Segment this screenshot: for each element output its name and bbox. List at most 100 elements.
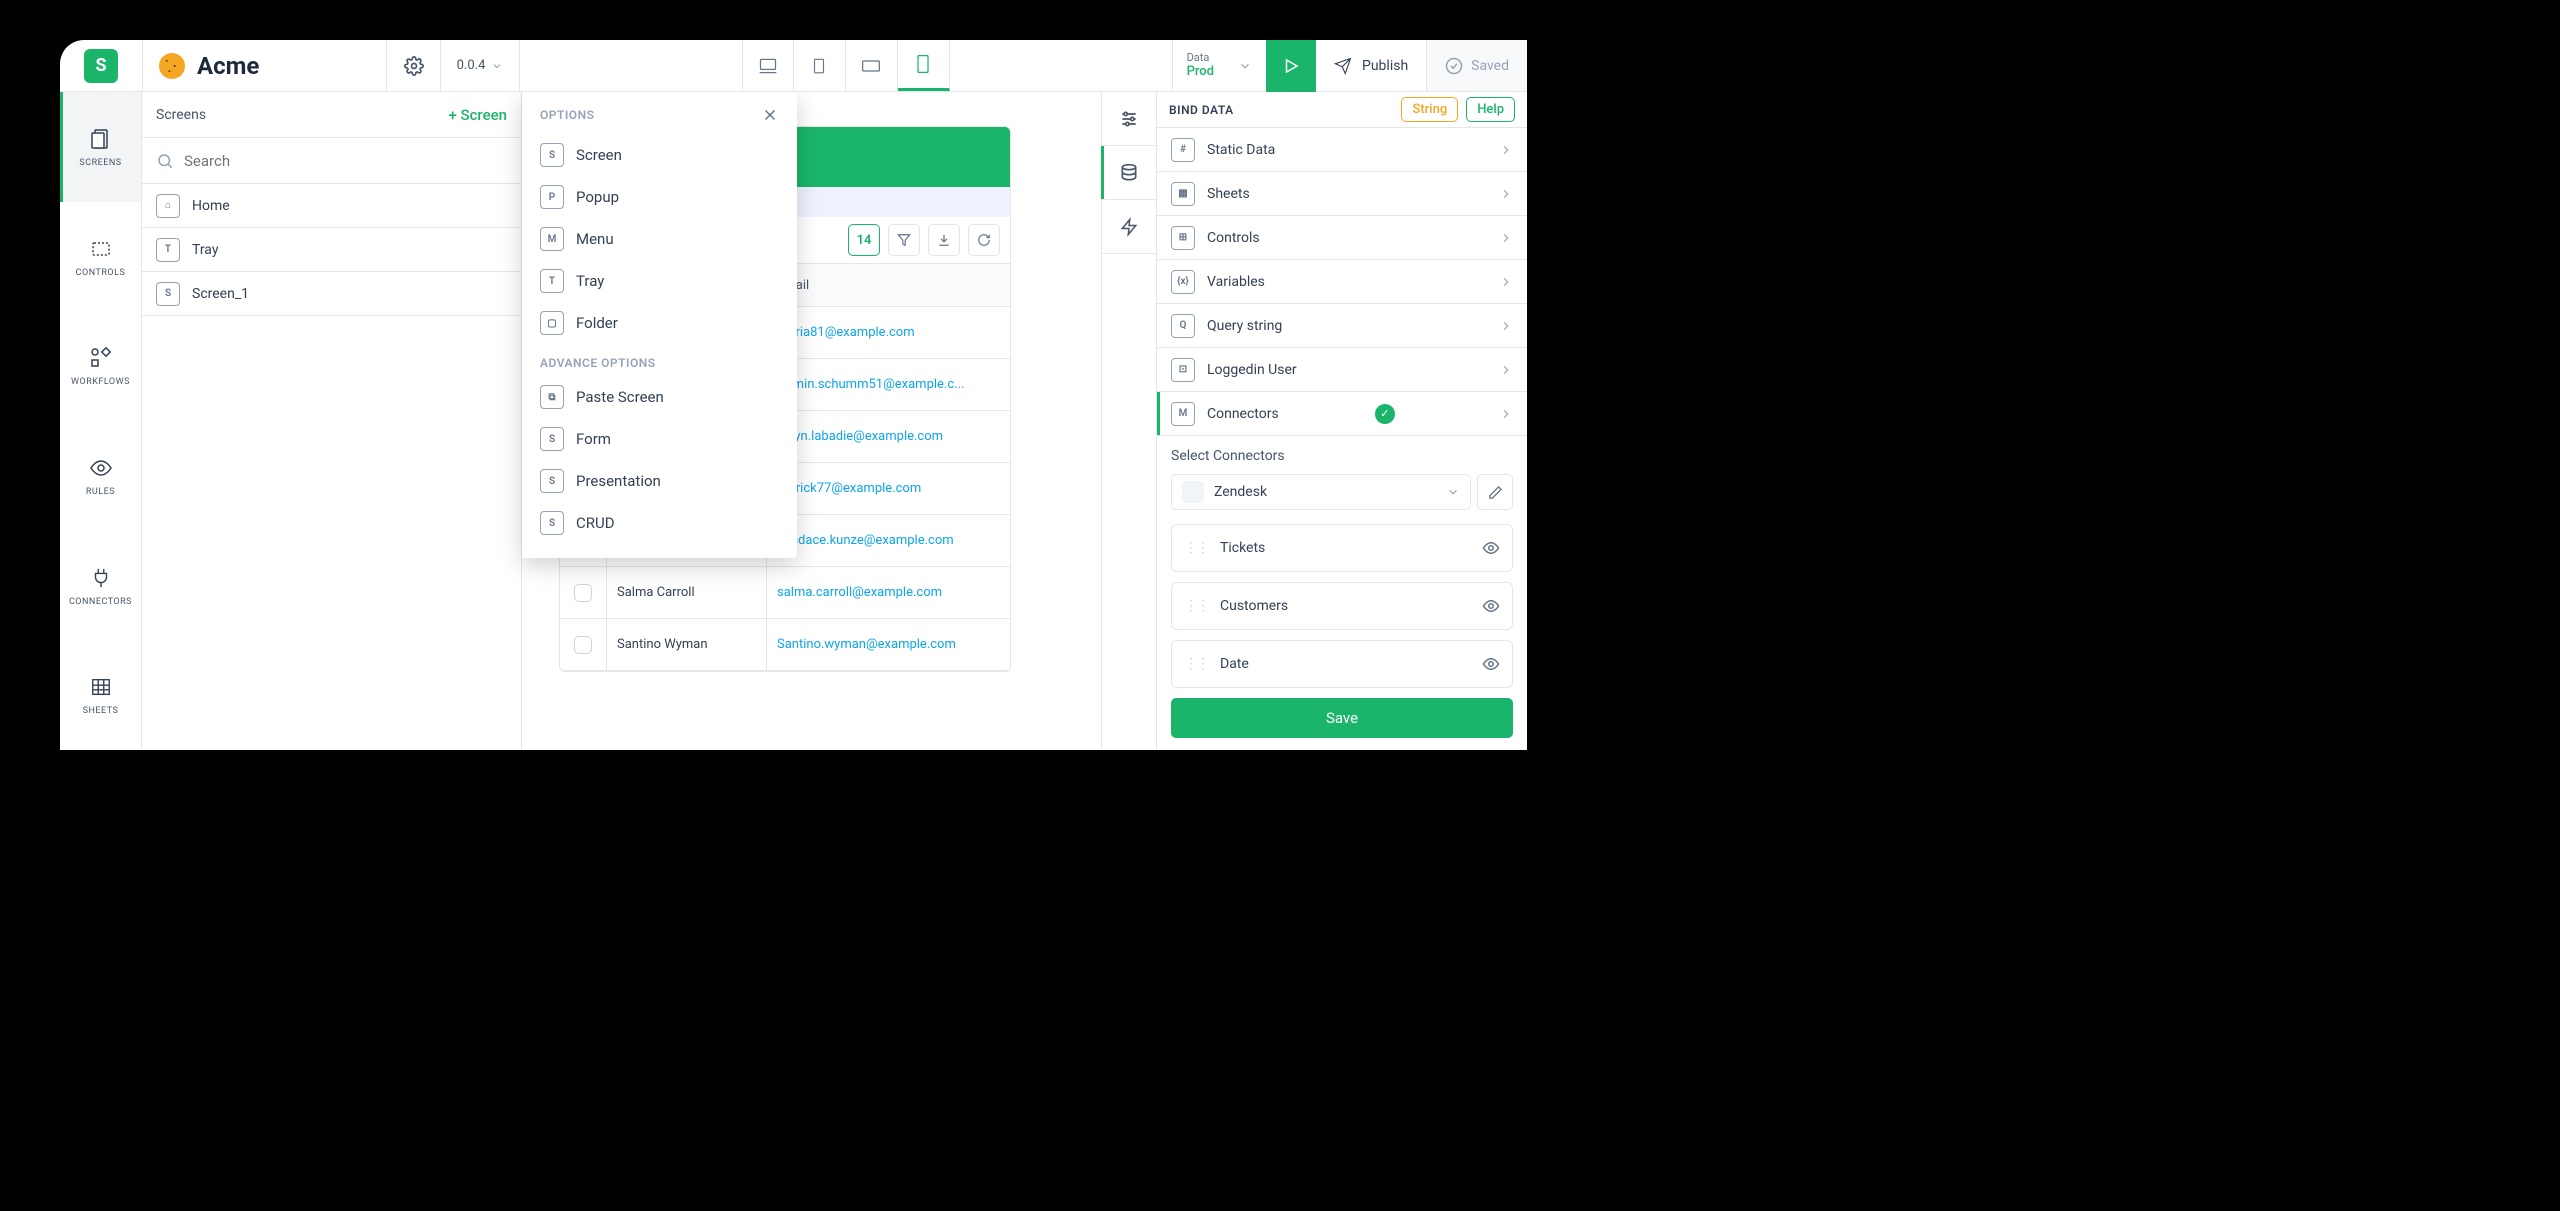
canvas: Header y Header mple data. You can see t… [522,92,1101,750]
filter-icon [897,233,911,247]
device-switcher [742,40,950,91]
saved-indicator: Saved [1427,40,1527,91]
options-popup: OPTIONS SScreenPPopupMMenuTTray▢Folder A… [522,92,797,558]
environment-dropdown[interactable]: Data Prod [1172,40,1266,91]
rail-workflows[interactable]: WORKFLOWS [60,311,141,421]
controls-icon [89,237,113,261]
nav-rail: SCREENS CONTROLS WORKFLOWS RULES CONNECT… [60,92,142,750]
close-icon[interactable] [761,106,779,124]
row-checkbox[interactable] [574,636,592,654]
check-circle-icon [1445,57,1463,75]
ir-settings[interactable] [1102,92,1156,146]
chevron-down-icon [1446,485,1460,499]
chevron-down-icon [1238,59,1252,73]
gear-icon [404,56,424,76]
rail-connectors[interactable]: CONNECTORS [60,531,141,641]
app-logo-box: S [60,49,142,83]
device-desktop[interactable] [742,40,794,91]
connector-field[interactable]: ⋮⋮Customers [1171,582,1513,630]
bind-item[interactable]: #Static Data [1157,128,1527,172]
rail-screens[interactable]: SCREENS [60,92,141,202]
popup-option[interactable]: ⧉Paste Screen [522,376,797,418]
connector-dropdown[interactable]: Zendesk [1171,474,1471,510]
version-dropdown[interactable]: 0.0.4 [440,40,520,91]
app-logo[interactable]: S [84,49,118,83]
chevron-right-icon [1499,363,1513,377]
screen-type-icon: ⌂ [156,194,180,218]
add-screen-button[interactable]: + Screen [448,106,507,124]
table-row[interactable]: Salma Carrollsalma.carroll@example.com [560,567,1010,619]
drag-icon[interactable]: ⋮⋮ [1184,656,1208,672]
ir-data[interactable] [1102,146,1156,200]
rail-rules[interactable]: RULES [60,421,141,531]
popup-option[interactable]: SCRUD [522,502,797,544]
device-phone[interactable] [898,40,950,91]
popup-option[interactable]: SScreen [522,134,797,176]
screen-item[interactable]: SScreen_1 [142,272,521,316]
popup-option[interactable]: SPresentation [522,460,797,502]
bind-item[interactable]: MConnectors✓ [1157,392,1527,436]
desktop-icon [758,56,778,76]
settings-button[interactable] [386,40,440,91]
screen-item[interactable]: TTray [142,228,521,272]
bind-item[interactable]: ⊡Loggedin User [1157,348,1527,392]
body: SCREENS CONTROLS WORKFLOWS RULES CONNECT… [60,92,1527,750]
popup-option[interactable]: SForm [522,418,797,460]
chevron-right-icon [1499,407,1513,421]
screen-type-icon: S [156,282,180,306]
search-input[interactable] [184,152,507,170]
eye-icon[interactable] [1482,655,1500,673]
refresh-icon [977,233,991,247]
help-button[interactable]: Help [1466,97,1515,122]
filter-button[interactable] [888,224,920,256]
download-button[interactable] [928,224,960,256]
tablet-icon [810,57,828,75]
chevron-right-icon [1499,143,1513,157]
eye-icon[interactable] [1482,597,1500,615]
rail-controls[interactable]: CONTROLS [60,202,141,312]
popup-option[interactable]: MMenu [522,218,797,260]
eye-icon[interactable] [1482,539,1500,557]
device-landscape[interactable] [846,40,898,91]
right-panel: BIND DATA String Help #Static Data▦Sheet… [1157,92,1527,750]
popup-title: OPTIONS [540,108,594,122]
bolt-icon [1120,217,1138,237]
publish-button[interactable]: Publish [1316,40,1427,91]
string-badge[interactable]: String [1401,97,1458,122]
screens-title: Screens [156,107,206,123]
save-button[interactable]: Save [1171,698,1513,738]
play-icon [1282,57,1300,75]
edit-connector-button[interactable] [1477,474,1513,510]
screens-search[interactable] [142,138,521,184]
table-row[interactable]: Santino WymanSantino.wyman@example.com [560,619,1010,671]
connector-field[interactable]: ⋮⋮Date [1171,640,1513,688]
row-checkbox[interactable] [574,584,592,602]
rail-sheets[interactable]: SHEETS [60,640,141,750]
drag-icon[interactable]: ⋮⋮ [1184,540,1208,556]
bind-item[interactable]: {x}Variables [1157,260,1527,304]
bind-data-title: BIND DATA [1169,103,1234,117]
drag-icon[interactable]: ⋮⋮ [1184,598,1208,614]
env-value: Prod [1187,64,1214,80]
app-window: S Acme 0.0.4 Data Prod [60,40,1527,750]
popup-option[interactable]: TTray [522,260,797,302]
bind-item[interactable]: ▦Sheets [1157,172,1527,216]
chevron-right-icon [1499,187,1513,201]
ir-actions[interactable] [1102,200,1156,254]
connector-field[interactable]: ⋮⋮Tickets [1171,524,1513,572]
check-icon: ✓ [1375,404,1395,424]
screen-item[interactable]: ⌂Home [142,184,521,228]
bind-item[interactable]: ⊞Controls [1157,216,1527,260]
popup-option[interactable]: PPopup [522,176,797,218]
run-button[interactable] [1266,40,1316,92]
topbar: S Acme 0.0.4 Data Prod [60,40,1527,92]
workflows-icon [89,346,113,370]
device-tablet[interactable] [794,40,846,91]
bind-item[interactable]: QQuery string [1157,304,1527,348]
publish-label: Publish [1362,58,1408,74]
saved-label: Saved [1471,58,1509,74]
count-badge[interactable]: 14 [848,224,880,256]
chevron-right-icon [1499,275,1513,289]
refresh-button[interactable] [968,224,1000,256]
popup-option[interactable]: ▢Folder [522,302,797,344]
